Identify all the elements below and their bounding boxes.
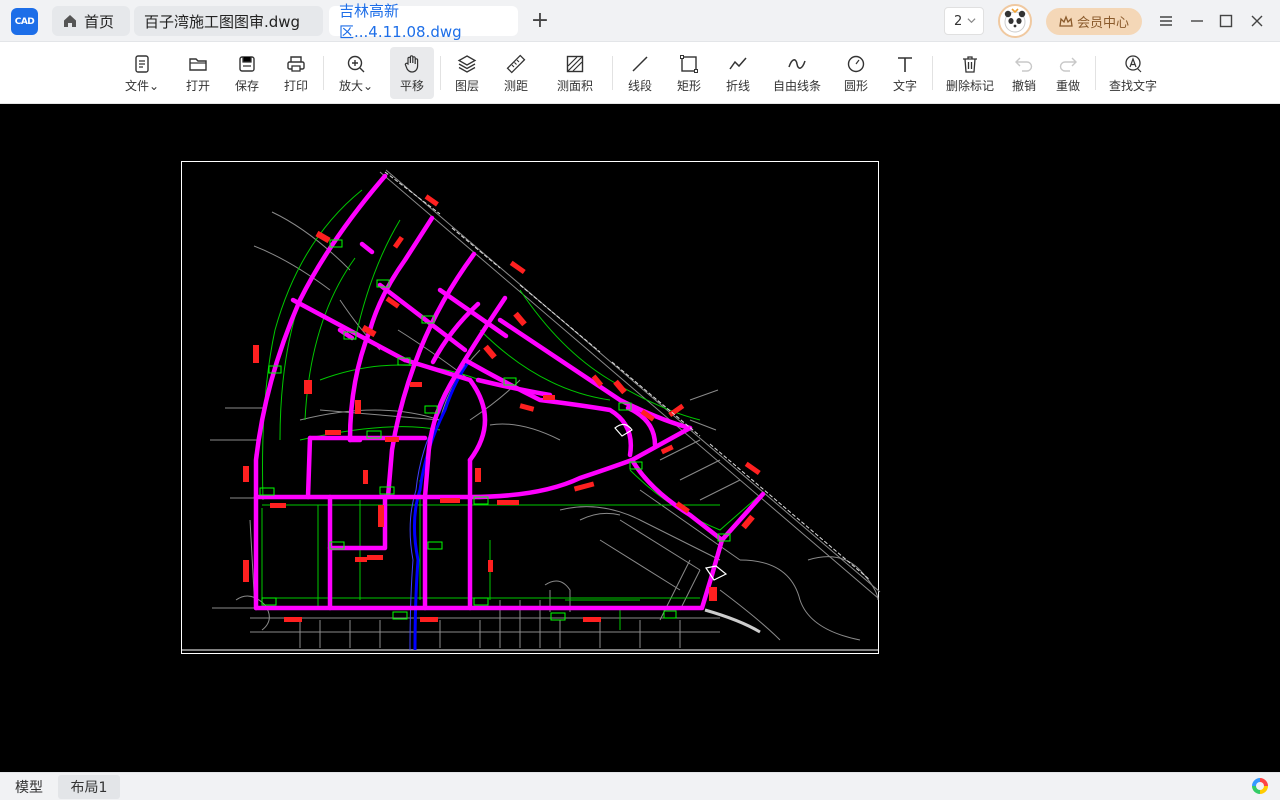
toolbar-divider	[1095, 56, 1096, 90]
vip-center-button[interactable]: 会员中心	[1046, 8, 1142, 35]
delete-markup-button[interactable]: 删除标记	[942, 47, 998, 99]
close-icon	[1251, 15, 1263, 27]
panda-avatar-icon	[1004, 8, 1026, 33]
redo-button[interactable]: 重做	[1049, 47, 1087, 99]
chevron-down-icon	[967, 18, 976, 24]
pan-button[interactable]: 平移	[390, 47, 434, 99]
tab-file-label: 百子湾施工图图审.dwg	[144, 12, 301, 31]
minimize-icon	[1191, 20, 1203, 22]
freehand-button[interactable]: 自由线条	[770, 47, 824, 99]
print-button[interactable]: 打印	[276, 47, 316, 99]
polyline-label: 折线	[725, 79, 750, 93]
tab-model[interactable]: 模型	[6, 775, 52, 799]
street-labels	[243, 194, 761, 622]
home-icon	[64, 15, 76, 27]
file-menu-label: 文件⌄	[124, 79, 160, 93]
pan-label: 平移	[399, 79, 424, 93]
find-text-button[interactable]: 查找文字	[1105, 47, 1161, 99]
layers-button[interactable]: 图层	[447, 47, 487, 99]
hamburger-icon	[1160, 16, 1172, 26]
tab-file-label: 吉林高新区...4.11.08.dwg	[339, 2, 462, 41]
green-boundaries	[261, 189, 761, 630]
tab-file-active[interactable]: 吉林高新区...4.11.08.dwg	[329, 2, 518, 41]
save-label: 保存	[234, 79, 259, 93]
line-button[interactable]: 线段	[620, 47, 660, 99]
zoom-in-label: 放大⌄	[338, 79, 374, 93]
delete-markup-label: 删除标记	[945, 79, 994, 93]
find-text-icon	[1122, 53, 1144, 75]
cad-drawing[interactable]	[0, 104, 1280, 772]
zoom-in-icon	[345, 53, 367, 75]
measure-area-button[interactable]: 测面积	[552, 47, 598, 99]
open-label: 打开	[185, 79, 210, 93]
circle-icon	[845, 53, 867, 75]
app-logo[interactable]: CAD	[11, 8, 38, 35]
zoom-in-button[interactable]: 放大⌄	[333, 47, 379, 99]
drawing-canvas[interactable]	[0, 104, 1280, 772]
file-icon	[131, 53, 153, 75]
window-count-value: 2	[954, 13, 963, 29]
rectangle-icon	[678, 53, 700, 75]
add-tab-button[interactable]: +	[530, 9, 550, 33]
measure-distance-button[interactable]: 测距	[496, 47, 536, 99]
polyline-button[interactable]: 折线	[718, 47, 758, 99]
measure-distance-label: 测距	[503, 79, 528, 93]
printer-icon	[285, 53, 307, 75]
circle-label: 圆形	[843, 79, 868, 93]
layers-icon	[456, 53, 478, 75]
ruler-icon	[505, 53, 527, 75]
vip-center-label: 会员中心	[1076, 16, 1129, 31]
toolbar-divider	[440, 56, 441, 90]
pan-hand-icon	[401, 53, 423, 75]
measure-area-label: 测面积	[556, 79, 593, 93]
toolbar-divider	[932, 56, 933, 90]
crown-icon	[1059, 14, 1073, 27]
maximize-icon	[1219, 14, 1233, 28]
toolbar: 文件⌄ 打开 保存 打印 放大⌄ 平移 图层 测距 测面积 线段 矩形 折线 自…	[0, 42, 1280, 104]
polyline-icon	[727, 53, 749, 75]
close-button[interactable]	[1246, 10, 1268, 32]
line-label: 线段	[627, 79, 652, 93]
save-icon	[236, 53, 258, 75]
undo-button[interactable]: 撤销	[1005, 47, 1043, 99]
circle-button[interactable]: 圆形	[836, 47, 876, 99]
layers-label: 图层	[454, 79, 479, 93]
freehand-label: 自由线条	[772, 79, 821, 93]
color-wheel-icon[interactable]	[1252, 778, 1268, 794]
open-button[interactable]: 打开	[178, 47, 218, 99]
redo-icon	[1057, 53, 1079, 75]
toolbar-divider	[323, 56, 324, 90]
undo-icon	[1013, 53, 1035, 75]
area-icon	[564, 53, 586, 75]
base-roads	[210, 169, 881, 648]
minimize-button[interactable]	[1186, 10, 1208, 32]
status-bar: 模型 布局1	[0, 772, 1280, 800]
tab-file[interactable]: 百子湾施工图图审.dwg	[134, 6, 323, 36]
tab-layout1[interactable]: 布局1	[58, 775, 120, 799]
maximize-button[interactable]	[1215, 10, 1237, 32]
toolbar-divider	[612, 56, 613, 90]
folder-open-icon	[187, 53, 209, 75]
file-menu-button[interactable]: 文件⌄	[118, 47, 166, 99]
trash-icon	[959, 53, 981, 75]
line-icon	[629, 53, 651, 75]
freehand-icon	[786, 53, 808, 75]
undo-label: 撤销	[1011, 79, 1036, 93]
find-text-label: 查找文字	[1108, 79, 1157, 93]
tab-home-label: 首页	[84, 12, 115, 31]
tab-home[interactable]: 首页	[52, 6, 130, 36]
title-bar: CAD 首页 百子湾施工图图审.dwg 吉林高新区...4.11.08.dwg …	[0, 0, 1280, 42]
rectangle-button[interactable]: 矩形	[669, 47, 709, 99]
text-icon	[894, 53, 916, 75]
rectangle-label: 矩形	[676, 79, 701, 93]
save-button[interactable]: 保存	[227, 47, 267, 99]
text-label: 文字	[892, 79, 917, 93]
print-label: 打印	[283, 79, 308, 93]
text-button[interactable]: 文字	[885, 47, 925, 99]
user-avatar[interactable]	[998, 4, 1032, 38]
redo-label: 重做	[1055, 79, 1080, 93]
menu-button[interactable]	[1155, 10, 1177, 32]
window-count-select[interactable]: 2	[944, 7, 984, 35]
